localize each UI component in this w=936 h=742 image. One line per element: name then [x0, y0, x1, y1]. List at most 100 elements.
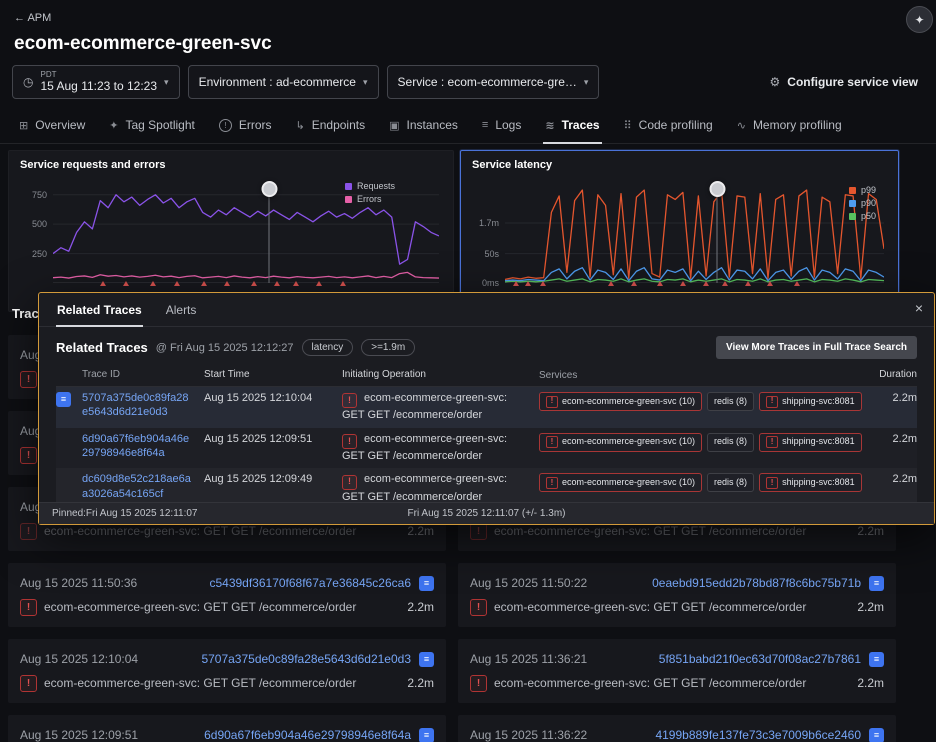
column-header-duration[interactable]: Duration — [867, 369, 917, 381]
back-to-apm-link[interactable]: ← APM — [14, 12, 51, 24]
close-icon[interactable]: × — [915, 300, 923, 316]
tab-instances[interactable]: ▣ Instances — [378, 109, 469, 143]
crosshair-handle[interactable] — [709, 181, 725, 197]
error-marker-icon — [745, 281, 751, 286]
error-icon: ! — [766, 436, 778, 448]
trace-id-link[interactable]: 6d90a67f6eb904a46e29798946e8f64a — [82, 433, 189, 459]
service-badge[interactable]: !shipping-svc:8081 — [759, 433, 862, 452]
service-latency-chart[interactable]: Service latency p99 p90 p50 1.7m50s0ms 1… — [460, 150, 899, 312]
trace-id-link[interactable]: 4199b889fe137fe73c3e7009b6ce2460 — [655, 728, 861, 742]
tab-endpoints[interactable]: ↳ Endpoints — [285, 109, 377, 143]
trace-id-link[interactable]: 5707a375de0c89fa28e5643d6d21e0d3 — [82, 392, 188, 418]
trace-doc-icon[interactable]: ≡ — [869, 728, 884, 742]
legend-item[interactable]: p99 — [849, 185, 876, 195]
service-badge[interactable]: !ecom-ecommerce-green-svc (10) — [539, 392, 702, 411]
trace-operation: ecom-ecommerce-green-svc: GET GET /ecomm… — [44, 676, 356, 690]
trace-id-link[interactable]: 5707a375de0c89fa28e5643d6d21e0d3 — [201, 652, 411, 666]
environment-filter[interactable]: Environment : ad-ecommerce ▾ — [188, 65, 379, 99]
tab-label: Memory profiling — [753, 118, 842, 132]
column-header-start-time[interactable]: Start Time — [204, 369, 342, 381]
trace-doc-icon[interactable]: ≡ — [419, 728, 434, 742]
assistant-button[interactable]: ✦ — [906, 6, 933, 33]
legend-label: p90 — [861, 198, 876, 208]
trace-card[interactable]: Aug 15 2025 11:36:22 4199b889fe137fe73c3… — [458, 715, 896, 742]
trace-doc-icon[interactable]: ≡ — [56, 392, 71, 407]
error-marker-icon — [293, 281, 299, 286]
trace-id-link[interactable]: 0eaebd915edd2b78bd87f8c6bc75b71b — [652, 576, 861, 590]
error-marker-icon — [513, 281, 519, 286]
tab-label: Endpoints — [312, 118, 365, 132]
trace-card[interactable]: Aug 15 2025 11:36:21 5f851babd21f0ec63d7… — [458, 639, 896, 703]
legend-label: p50 — [861, 211, 876, 221]
trace-id-link[interactable]: dc609d8e52c218ae6aa3026a54c165cf — [82, 473, 191, 499]
sparkle-icon: ✦ — [914, 13, 924, 27]
trace-card[interactable]: Aug 15 2025 11:50:36 c5439df36170f68f67a… — [8, 563, 446, 627]
service-badge[interactable]: !shipping-svc:8081 — [759, 392, 862, 411]
chevron-down-icon: ▾ — [584, 77, 589, 88]
error-icon: ! — [20, 371, 37, 388]
filter-pill-latency[interactable]: latency — [302, 339, 354, 356]
legend-swatch — [849, 213, 856, 220]
trace-doc-icon[interactable]: ≡ — [869, 576, 884, 591]
trace-doc-icon[interactable]: ≡ — [419, 652, 434, 667]
tab-label: Overview — [35, 118, 85, 132]
trace-card[interactable]: Aug 15 2025 12:09:51 6d90a67f6eb904a46e2… — [8, 715, 446, 742]
related-trace-row[interactable]: ≡ dc609d8e52c218ae6aa3026a54c165cf Aug 1… — [56, 468, 917, 502]
modal-tab-alerts[interactable]: Alerts — [165, 293, 198, 326]
duration-cell: 2.2m — [867, 472, 917, 486]
endpoints-icon: ↳ — [296, 119, 305, 132]
trace-doc-icon[interactable]: ≡ — [869, 652, 884, 667]
tab-memory-profiling[interactable]: ∿ Memory profiling — [726, 109, 853, 143]
error-icon: ! — [342, 393, 357, 408]
legend-label: p99 — [861, 185, 876, 195]
trace-duration: 2.2m — [857, 524, 884, 538]
column-header-initiating-operation[interactable]: Initiating Operation — [342, 369, 539, 381]
y-tick-label: 1.7m — [479, 218, 499, 228]
service-badge[interactable]: redis (8) — [707, 392, 754, 411]
modal-tab-related-traces[interactable]: Related Traces — [56, 293, 143, 326]
tab-label: Traces — [562, 118, 600, 132]
charts-row: Service requests and errors Requests Err… — [0, 144, 936, 316]
configure-service-view-button[interactable]: ⚙ Configure service view — [770, 75, 924, 89]
trace-doc-icon[interactable]: ≡ — [419, 576, 434, 591]
tab-tag-spotlight[interactable]: ✦ Tag Spotlight — [98, 109, 206, 143]
chevron-down-icon: ▾ — [164, 77, 169, 88]
trace-id-link[interactable]: c5439df36170f68f67a7e36845c26ca6 — [209, 576, 411, 590]
service-filter[interactable]: Service : ecom-ecommerce-gre… ▾ — [387, 65, 600, 99]
service-badge[interactable]: !shipping-svc:8081 — [759, 473, 862, 492]
service-badge[interactable]: !ecom-ecommerce-green-svc (10) — [539, 473, 702, 492]
related-trace-row[interactable]: ≡ 5707a375de0c89fa28e5643d6d21e0d3 Aug 1… — [56, 387, 917, 428]
tab-overview[interactable]: ⊞ Overview — [8, 109, 96, 143]
y-tick-label: 500 — [32, 219, 47, 229]
legend-item[interactable]: Requests — [345, 181, 395, 191]
legend-item[interactable]: p90 — [849, 198, 876, 208]
crosshair-handle[interactable] — [261, 181, 277, 197]
legend-item[interactable]: Errors — [345, 194, 395, 204]
column-header-trace-id[interactable]: Trace ID — [82, 369, 204, 381]
trace-card[interactable]: Aug 15 2025 12:10:04 5707a375de0c89fa28e… — [8, 639, 446, 703]
service-badge[interactable]: redis (8) — [707, 433, 754, 452]
service-badge[interactable]: redis (8) — [707, 473, 754, 492]
error-marker-icon — [174, 281, 180, 286]
trace-id-link[interactable]: 6d90a67f6eb904a46e29798946e8f64a — [204, 728, 411, 742]
start-time-cell: Aug 15 2025 12:10:04 — [204, 391, 342, 405]
chart-title: Service latency — [472, 159, 552, 171]
column-header-services[interactable]: Services — [539, 369, 867, 381]
error-marker-icon — [123, 281, 129, 286]
error-icon: ! — [342, 475, 357, 490]
related-traces-table: Trace ID Start Time Initiating Operation… — [39, 366, 934, 502]
tab-traces[interactable]: ≋ Traces — [534, 109, 610, 143]
time-range-picker[interactable]: ◷ PDT 15 Aug 11:23 to 12:23 ▾ — [12, 65, 180, 99]
tab-code-profiling[interactable]: ⠿ Code profiling — [613, 109, 724, 143]
related-trace-row[interactable]: ≡ 6d90a67f6eb904a46e29798946e8f64a Aug 1… — [56, 428, 917, 469]
service-requests-errors-chart[interactable]: Service requests and errors Requests Err… — [8, 150, 454, 312]
legend-swatch — [345, 196, 352, 203]
view-more-traces-button[interactable]: View More Traces in Full Trace Search — [716, 336, 917, 359]
trace-card[interactable]: Aug 15 2025 11:50:22 0eaebd915edd2b78bd8… — [458, 563, 896, 627]
tab-errors[interactable]: ! Errors — [208, 109, 283, 143]
filter-pill-threshold[interactable]: >=1.9m — [361, 339, 415, 356]
trace-id-link[interactable]: 5f851babd21f0ec63d70f08ac27b7861 — [659, 652, 861, 666]
legend-item[interactable]: p50 — [849, 211, 876, 221]
tab-logs[interactable]: ≡ Logs — [471, 109, 532, 143]
service-badge[interactable]: !ecom-ecommerce-green-svc (10) — [539, 433, 702, 452]
